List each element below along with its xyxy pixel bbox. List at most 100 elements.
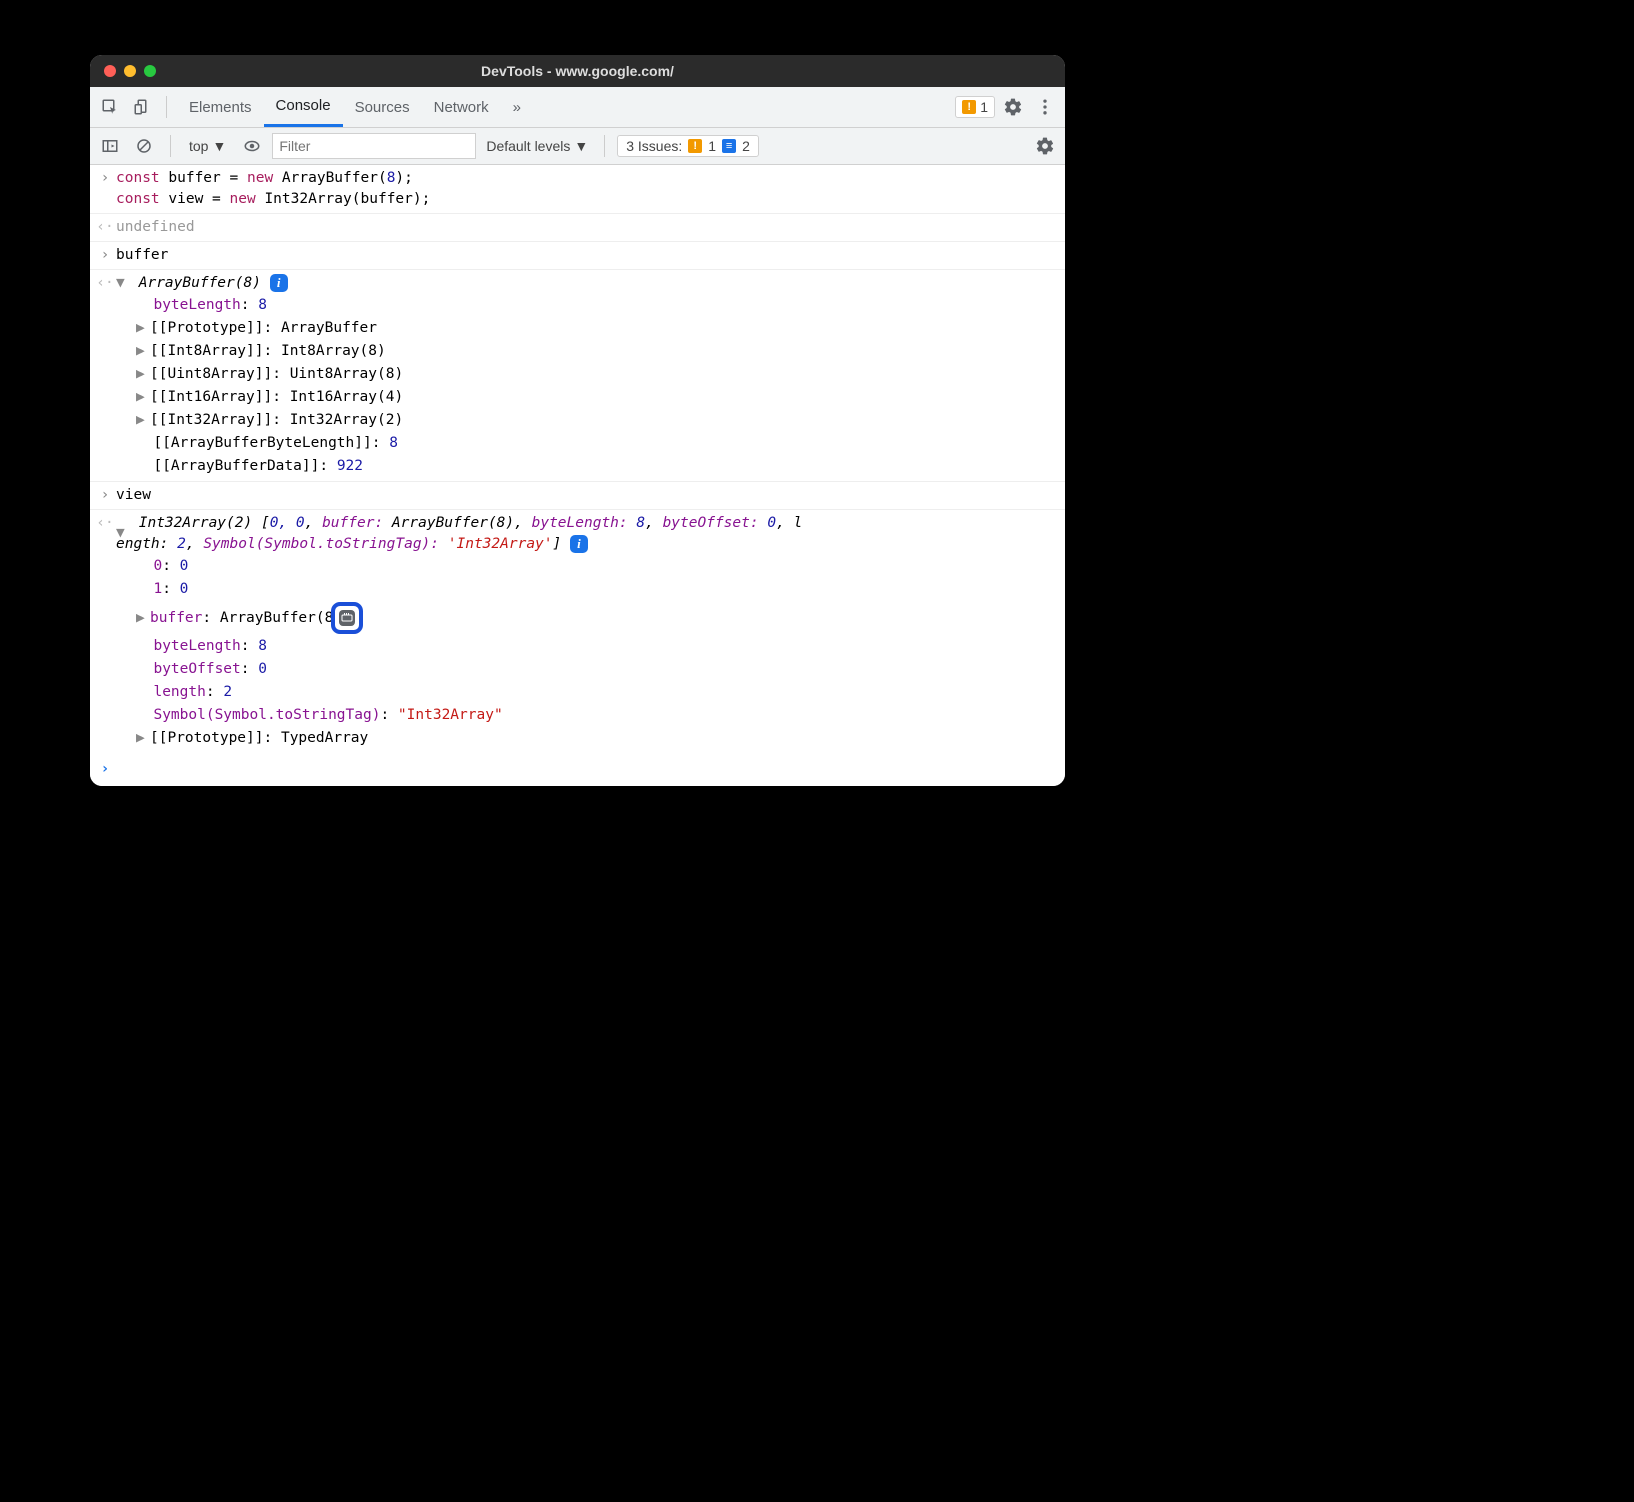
prop-name: [[Uint8Array]] bbox=[150, 366, 272, 382]
filter-input[interactable] bbox=[272, 133, 476, 159]
disclosure-triangle-icon[interactable]: ▶ bbox=[136, 364, 148, 385]
disclosure-triangle-icon[interactable]: ▶ bbox=[136, 608, 148, 629]
console-prompt[interactable]: › bbox=[90, 753, 1065, 786]
clear-console-icon[interactable] bbox=[130, 132, 158, 160]
context-label: top bbox=[189, 138, 208, 154]
disclosure-triangle-icon[interactable]: ▶ bbox=[136, 410, 148, 431]
separator bbox=[170, 135, 171, 157]
memory-inspector-icon[interactable] bbox=[331, 602, 363, 634]
prop-row[interactable]: ▶[[Prototype]]: TypedArray bbox=[136, 727, 1055, 750]
identifier: Int32Array bbox=[264, 191, 351, 207]
prop-value: 922 bbox=[337, 458, 363, 474]
panel-tabs: Elements Console Sources Network » bbox=[177, 87, 533, 127]
result-object: ▼ Int32Array(2) [0, 0, buffer: ArrayBuff… bbox=[116, 513, 1055, 750]
console-input-row: › view bbox=[90, 482, 1065, 510]
prop-name: byteOffset bbox=[153, 661, 240, 677]
maximize-icon[interactable] bbox=[144, 65, 156, 77]
inspect-icon[interactable] bbox=[96, 93, 124, 121]
prop-value: ArrayBuffer(8 bbox=[220, 610, 334, 626]
warning-icon: ! bbox=[962, 100, 976, 114]
output-chevron-icon: ‹· bbox=[94, 273, 116, 478]
levels-selector[interactable]: Default levels ▼ bbox=[482, 136, 592, 156]
info-icon[interactable]: i bbox=[270, 274, 288, 292]
prop-row[interactable]: length: 2 bbox=[136, 681, 1055, 704]
prop-row[interactable]: ▶[[Int32Array]]: Int32Array(2) bbox=[136, 409, 1055, 432]
disclosure-triangle-icon[interactable]: ▶ bbox=[136, 341, 148, 362]
separator bbox=[604, 135, 605, 157]
separator bbox=[166, 96, 167, 118]
prop-name: [[ArrayBufferData]] bbox=[153, 458, 319, 474]
issues-info-count: 2 bbox=[742, 138, 750, 154]
minimize-icon[interactable] bbox=[124, 65, 136, 77]
warning-icon: ! bbox=[688, 139, 702, 153]
tab-console[interactable]: Console bbox=[264, 87, 343, 127]
console-code: view bbox=[116, 485, 1055, 506]
prop-value: Uint8Array(8) bbox=[290, 366, 404, 382]
prop-row[interactable]: ▶[[Prototype]]: ArrayBuffer bbox=[136, 317, 1055, 340]
warnings-badge[interactable]: ! 1 bbox=[955, 96, 995, 118]
console-input-row: › const buffer = new ArrayBuffer(8); con… bbox=[90, 165, 1065, 214]
object-summary[interactable]: ArrayBuffer(8) bbox=[139, 275, 261, 291]
issues-box[interactable]: 3 Issues: ! 1 ≡ 2 bbox=[617, 135, 759, 157]
disclosure-triangle-icon[interactable]: ▶ bbox=[136, 387, 148, 408]
tab-sources[interactable]: Sources bbox=[343, 87, 422, 127]
tab-elements[interactable]: Elements bbox=[177, 87, 264, 127]
prop-value: 8 bbox=[258, 297, 267, 313]
prop-row[interactable]: ▶[[Int16Array]]: Int16Array(4) bbox=[136, 386, 1055, 409]
sidebar-toggle-icon[interactable] bbox=[96, 132, 124, 160]
prop-value: Int16Array(4) bbox=[290, 389, 404, 405]
prop-name: [[Int8Array]] bbox=[150, 343, 264, 359]
console-result-row: ‹· ▼ Int32Array(2) [0, 0, buffer: ArrayB… bbox=[90, 510, 1065, 753]
prop-value: 2 bbox=[223, 684, 232, 700]
prop-value: Int32Array(2) bbox=[290, 412, 404, 428]
prop-name: byteLength bbox=[153, 297, 240, 313]
prop-name: 1 bbox=[153, 581, 162, 597]
issues-warn-count: 1 bbox=[708, 138, 716, 154]
output-chevron-icon: ‹· bbox=[94, 217, 116, 238]
prop-value: Int8Array(8) bbox=[281, 343, 386, 359]
close-icon[interactable] bbox=[104, 65, 116, 77]
disclosure-triangle-icon[interactable]: ▶ bbox=[136, 728, 148, 749]
object-tree: byteLength: 8 ▶[[Prototype]]: ArrayBuffe… bbox=[116, 294, 1055, 478]
prompt-input[interactable] bbox=[116, 759, 1055, 780]
prop-row[interactable]: Symbol(Symbol.toStringTag): "Int32Array" bbox=[136, 704, 1055, 727]
prop-row[interactable]: 0: 0 bbox=[136, 555, 1055, 578]
disclosure-triangle-icon[interactable]: ▼ bbox=[116, 523, 128, 544]
tab-network[interactable]: Network bbox=[422, 87, 501, 127]
chevron-down-icon: ▼ bbox=[574, 138, 588, 154]
tabbar: Elements Console Sources Network » ! 1 bbox=[90, 87, 1065, 128]
levels-label: Default levels bbox=[486, 138, 570, 154]
prop-row[interactable]: byteLength: 8 bbox=[136, 294, 1055, 317]
prop-row[interactable]: ▶buffer: ArrayBuffer(8 bbox=[136, 601, 1055, 635]
prop-row[interactable]: byteLength: 8 bbox=[136, 635, 1055, 658]
prop-row[interactable]: [[ArrayBufferByteLength]]: 8 bbox=[136, 432, 1055, 455]
disclosure-triangle-icon[interactable]: ▶ bbox=[136, 318, 148, 339]
settings-button[interactable] bbox=[999, 93, 1027, 121]
prop-name: [[ArrayBufferByteLength]] bbox=[153, 435, 371, 451]
object-summary[interactable]: Int32Array(2) [0, 0, buffer: ArrayBuffer… bbox=[116, 515, 802, 552]
live-expression-icon[interactable] bbox=[238, 132, 266, 160]
disclosure-triangle-icon[interactable]: ▼ bbox=[116, 273, 128, 294]
keyword: const bbox=[116, 191, 160, 207]
kebab-menu-icon[interactable] bbox=[1031, 93, 1059, 121]
prop-row[interactable]: byteOffset: 0 bbox=[136, 658, 1055, 681]
tabs-overflow[interactable]: » bbox=[501, 87, 533, 127]
chevron-down-icon: ▼ bbox=[212, 138, 226, 154]
info-icon[interactable]: i bbox=[570, 535, 588, 553]
identifier: ArrayBuffer bbox=[282, 170, 378, 186]
context-selector[interactable]: top ▼ bbox=[183, 136, 232, 156]
info-icon: ≡ bbox=[722, 139, 736, 153]
console-result-row: ‹· undefined bbox=[90, 214, 1065, 242]
prop-name: byteLength bbox=[153, 638, 240, 654]
prop-row[interactable]: ▶[[Uint8Array]]: Uint8Array(8) bbox=[136, 363, 1055, 386]
prop-row[interactable]: [[ArrayBufferData]]: 922 bbox=[136, 455, 1055, 478]
prop-row[interactable]: 1: 0 bbox=[136, 578, 1055, 601]
input-chevron-icon: › bbox=[94, 485, 116, 506]
prop-row[interactable]: ▶[[Int8Array]]: Int8Array(8) bbox=[136, 340, 1055, 363]
input-chevron-icon: › bbox=[94, 168, 116, 210]
device-toggle-icon[interactable] bbox=[128, 93, 156, 121]
result-value: undefined bbox=[116, 217, 1055, 238]
console-result-row: ‹· ▼ ArrayBuffer(8) i byteLength: 8 ▶[[P… bbox=[90, 270, 1065, 482]
console-settings-icon[interactable] bbox=[1031, 132, 1059, 160]
object-tree: 0: 0 1: 0 ▶buffer: ArrayBuffer(8 byteLen… bbox=[116, 555, 1055, 750]
